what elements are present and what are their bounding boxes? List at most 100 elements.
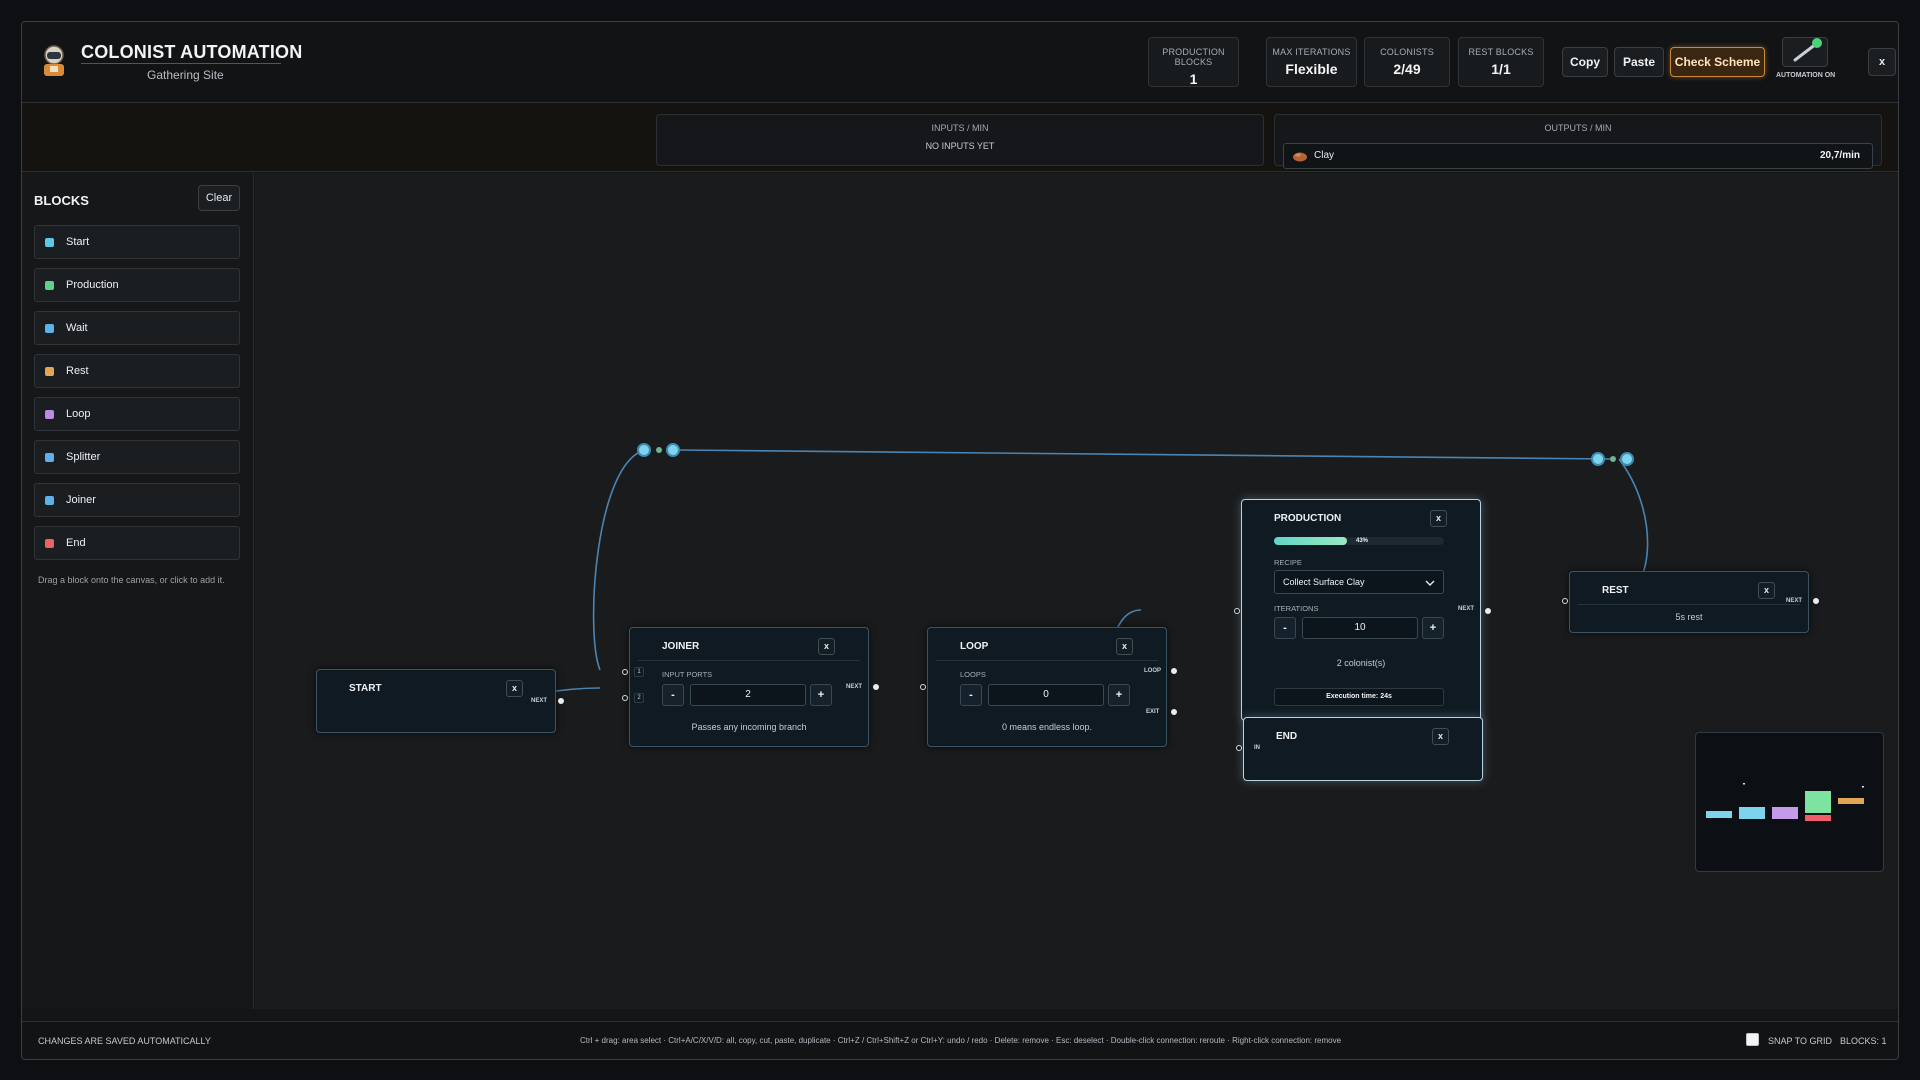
node-title: END (1276, 731, 1298, 742)
block-item-label: Rest (66, 365, 89, 377)
recipe-select[interactable]: Collect Surface Clay (1274, 570, 1444, 594)
port-label-next: NEXT (531, 698, 548, 704)
stat-rest-blocks: REST BLOCKS 1/1 (1458, 37, 1544, 87)
stat-value: 1/1 (1491, 61, 1511, 77)
node-delete-button[interactable]: x (1758, 582, 1775, 599)
block-item-wait[interactable]: Wait (34, 311, 240, 345)
start-node[interactable]: START x NEXT (316, 669, 564, 733)
block-item-rest[interactable]: Rest (34, 354, 240, 388)
loop-input-port[interactable] (920, 684, 926, 690)
loop-exit-port[interactable] (1171, 709, 1177, 715)
minimap-view (1706, 783, 1864, 821)
decrement-button[interactable]: - (960, 684, 982, 706)
field-label: RECIPE (1274, 558, 1302, 567)
output-row: Clay 20,7/min (1283, 143, 1873, 169)
node-divider (1578, 604, 1800, 605)
outputs-panel: OUTPUTS / MIN Clay 20,7/min (1274, 114, 1882, 169)
port-label-next: NEXT (846, 684, 863, 690)
reroute-point[interactable] (1620, 452, 1634, 466)
reroute-point[interactable] (666, 443, 680, 457)
production-next-port[interactable] (1485, 608, 1491, 614)
block-item-loop[interactable]: Loop (34, 397, 240, 431)
field-label: LOOPS (960, 670, 986, 679)
blocks-sidebar: BLOCKS Clear Start Production Wait Rest … (22, 173, 254, 1009)
increment-button[interactable]: + (1108, 684, 1130, 706)
check-scheme-button[interactable]: Check Scheme (1670, 47, 1765, 77)
end-input-port[interactable] (1236, 745, 1242, 751)
block-item-end[interactable]: End (34, 526, 240, 560)
field-label: INPUT PORTS (662, 670, 713, 679)
port-label-exit: EXIT (1146, 709, 1160, 715)
node-delete-button[interactable]: x (1116, 638, 1133, 655)
input-ports-field[interactable]: 2 (690, 684, 806, 706)
stat-production-blocks: PRODUCTION BLOCKS 1 (1148, 37, 1239, 87)
node-hint: 5s rest (1675, 612, 1703, 622)
copy-button[interactable]: Copy (1562, 47, 1608, 77)
node-delete-button[interactable]: x (1432, 728, 1449, 745)
increment-button[interactable]: + (1422, 617, 1444, 639)
joiner-node[interactable]: JOINER x INPUT PORTS 1 2 - 2 + NEXT Pass… (622, 627, 879, 747)
node-hint: 0 means endless loop. (1001, 722, 1093, 732)
execution-time: Execution time: 24s (1274, 688, 1444, 706)
stat-label: COLONISTS (1380, 47, 1434, 57)
reroute-handle[interactable] (656, 447, 662, 453)
sidebar-title: BLOCKS (34, 193, 89, 208)
block-item-label: Start (66, 236, 90, 248)
loop-color-icon (45, 410, 54, 419)
clay-icon (1293, 152, 1307, 162)
close-button[interactable]: x (1868, 48, 1896, 76)
clear-button[interactable]: Clear (198, 185, 240, 211)
block-item-splitter[interactable]: Splitter (34, 440, 240, 474)
joiner-next-port[interactable] (873, 684, 879, 690)
reroute-point[interactable] (637, 443, 651, 457)
end-node[interactable]: END x IN (1236, 717, 1483, 781)
rest-next-port[interactable] (1813, 598, 1819, 604)
decrement-button[interactable]: - (1274, 617, 1296, 639)
node-canvas[interactable]: START x NEXT JOINER x INPUT PORTS 1 2 - … (255, 173, 1898, 1009)
loop-node[interactable]: LOOP x LOOPS - 0 + LOOP EXIT 0 means end… (920, 627, 1177, 747)
end-color-icon (45, 539, 54, 548)
node-title: START (349, 683, 382, 694)
stat-label: MAX ITERATIONS (1272, 47, 1351, 57)
iterations-field[interactable]: 10 (1302, 617, 1418, 639)
stat-label: REST BLOCKS (1468, 47, 1534, 57)
reroute-point[interactable] (1591, 452, 1605, 466)
decrement-button[interactable]: - (662, 684, 684, 706)
output-rate: 20,7/min (1819, 150, 1860, 161)
joiner-input-port-2[interactable] (622, 695, 628, 701)
inputs-empty: NO INPUTS YET (925, 141, 995, 151)
node-title: LOOP (960, 641, 989, 652)
joiner-input-port-1[interactable] (622, 669, 628, 675)
stat-colonists: COLONISTS 2/49 (1364, 37, 1450, 87)
increment-button[interactable]: + (810, 684, 832, 706)
paste-button[interactable]: Paste (1614, 47, 1664, 77)
node-delete-button[interactable]: x (506, 680, 523, 697)
rest-input-port[interactable] (1562, 598, 1568, 604)
rest-color-icon (45, 367, 54, 376)
reroute-handle[interactable] (1610, 456, 1616, 462)
node-title: PRODUCTION (1274, 513, 1342, 524)
minimap[interactable] (1695, 732, 1884, 872)
loop-loop-port[interactable] (1171, 668, 1177, 674)
stat-value: 2/49 (1393, 61, 1421, 77)
snap-to-grid-checkbox[interactable] (1746, 1033, 1759, 1046)
automation-toggle[interactable] (1782, 37, 1828, 67)
node-delete-button[interactable]: x (1430, 510, 1447, 527)
title-divider (81, 63, 281, 64)
node-title: JOINER (662, 641, 700, 652)
snap-to-grid-label: SNAP TO GRID (1768, 1036, 1833, 1046)
joiner-color-icon (45, 496, 54, 505)
field-label: ITERATIONS (1274, 604, 1319, 613)
outputs-title: OUTPUTS / MIN (1544, 123, 1612, 133)
block-item-start[interactable]: Start (34, 225, 240, 259)
automation-window: COLONIST AUTOMATION Gathering Site PRODU… (21, 21, 1899, 1060)
rest-node[interactable]: REST x NEXT 5s rest (1562, 571, 1819, 633)
loops-field[interactable]: 0 (988, 684, 1104, 706)
node-divider (936, 660, 1158, 661)
node-delete-button[interactable]: x (818, 638, 835, 655)
production-input-port[interactable] (1234, 608, 1240, 614)
block-item-joiner[interactable]: Joiner (34, 483, 240, 517)
start-next-port[interactable] (558, 698, 564, 704)
production-node[interactable]: PRODUCTION x 43% RECIPE Collect Surface … (1234, 499, 1491, 721)
block-item-production[interactable]: Production (34, 268, 240, 302)
